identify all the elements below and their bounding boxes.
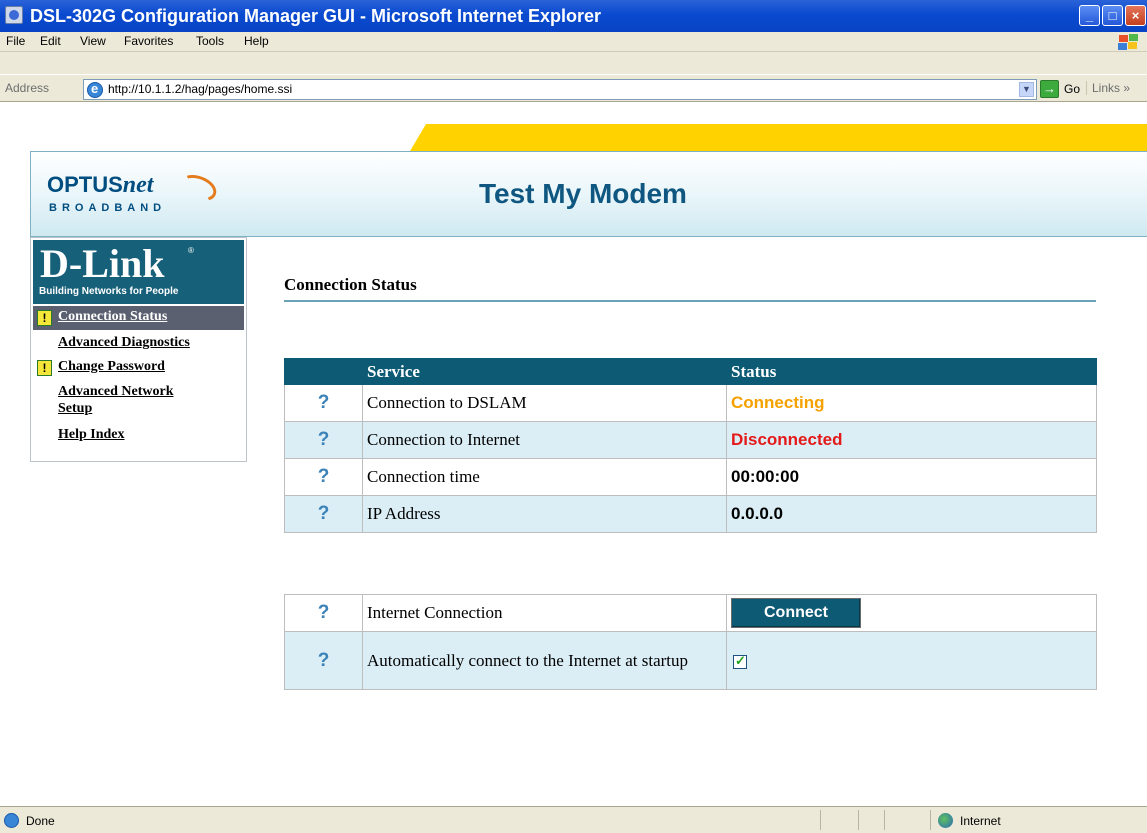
- sidebar-item-label[interactable]: Help Index: [58, 427, 125, 443]
- header-banner: OPTUSnet BROADBAND Test My Modem: [30, 151, 1147, 237]
- service-cell: Connection time: [362, 458, 727, 496]
- internet-connection-label: Internet Connection: [362, 594, 727, 632]
- internet-zone-icon: [938, 813, 953, 828]
- table-row: ? Connection to DSLAM Connecting: [284, 384, 1097, 422]
- sidebar-item-label[interactable]: Change Password: [58, 359, 165, 375]
- menu-help[interactable]: Help: [244, 34, 269, 48]
- status-divider: [858, 810, 859, 830]
- table-row: ? IP Address 0.0.0.0: [284, 495, 1097, 533]
- auto-connect-checkbox[interactable]: [733, 653, 747, 669]
- status-value: 00:00:00: [731, 467, 800, 486]
- table-header-status: Status: [726, 358, 1097, 385]
- service-cell: Connection to DSLAM: [362, 384, 727, 422]
- window-titlebar[interactable]: DSL-302G Configuration Manager GUI - Mic…: [0, 0, 1147, 32]
- menu-favorites[interactable]: Favorites: [124, 34, 173, 48]
- menu-view[interactable]: View: [80, 34, 106, 48]
- status-divider: [820, 810, 821, 830]
- service-cell: IP Address: [362, 495, 727, 533]
- table-row: ? Automatically connect to the Internet …: [284, 631, 1097, 690]
- section-divider: [284, 300, 1096, 302]
- sidebar-item-help-index[interactable]: Help Index: [33, 424, 244, 446]
- logo-swirl-icon: [176, 170, 220, 206]
- menu-tools[interactable]: Tools: [196, 34, 224, 48]
- dlink-brand: D-Link: [40, 241, 165, 286]
- address-input[interactable]: http://10.1.1.2/hag/pages/home.ssi ▼: [83, 79, 1037, 100]
- address-bar: Address http://10.1.1.2/hag/pages/home.s…: [0, 74, 1147, 102]
- help-icon[interactable]: ?: [317, 650, 331, 671]
- auto-connect-label: Automatically connect to the Internet at…: [362, 631, 727, 690]
- windows-flag-icon: [1117, 33, 1139, 51]
- table-header-service: Service: [362, 358, 727, 385]
- page-icon: [87, 81, 103, 98]
- status-value: Connecting: [731, 393, 825, 412]
- sidebar-item-label[interactable]: Advanced Network Setup: [58, 383, 208, 417]
- go-button[interactable]: → Go: [1040, 79, 1092, 100]
- page-content: OPTUSnet BROADBAND Test My Modem D-Link …: [0, 103, 1147, 806]
- optus-logo: OPTUSnet BROADBAND: [47, 170, 227, 224]
- help-icon[interactable]: ?: [317, 393, 331, 413]
- service-cell: Connection to Internet: [362, 421, 727, 459]
- menu-file[interactable]: File: [6, 34, 25, 48]
- logo-subtitle: BROADBAND: [49, 202, 167, 214]
- dlink-logo: D-Link ® Building Networks for People: [33, 240, 244, 304]
- dlink-registered-mark: ®: [188, 246, 194, 255]
- section-title: Connection Status: [284, 275, 417, 294]
- ie-window-icon: [5, 6, 23, 24]
- page-title: Test My Modem: [479, 178, 687, 209]
- status-text: Done: [26, 814, 55, 828]
- status-divider: [930, 810, 931, 830]
- links-button[interactable]: Links »: [1086, 81, 1130, 95]
- toolbar-strip: [0, 52, 1147, 74]
- page-done-icon: [4, 813, 19, 828]
- sidebar: D-Link ® Building Networks for People ! …: [30, 237, 247, 462]
- table-header-row: Service Status: [284, 358, 1097, 385]
- help-icon[interactable]: ?: [317, 430, 331, 450]
- table-row: ? Internet Connection Connect: [284, 594, 1097, 632]
- go-label: Go: [1064, 82, 1081, 96]
- address-label: Address: [5, 81, 50, 95]
- status-value: Disconnected: [731, 430, 843, 449]
- sidebar-item-advanced-diagnostics[interactable]: Advanced Diagnostics: [33, 332, 244, 354]
- sidebar-item-label[interactable]: Connection Status: [58, 309, 167, 325]
- window-title: DSL-302G Configuration Manager GUI - Mic…: [30, 6, 602, 26]
- help-icon[interactable]: ?: [317, 603, 331, 623]
- links-label: Links: [1092, 81, 1121, 95]
- status-value: 0.0.0.0: [731, 504, 783, 523]
- sidebar-item-advanced-network-setup[interactable]: Advanced Network Setup: [33, 382, 244, 422]
- table-header-blank: [284, 358, 363, 385]
- address-dropdown-icon[interactable]: ▼: [1019, 82, 1034, 97]
- warning-icon: !: [37, 360, 52, 376]
- status-bar: Done Internet: [0, 806, 1147, 833]
- close-button[interactable]: ×: [1125, 5, 1146, 26]
- connection-table: ? Internet Connection Connect ? Automati…: [284, 594, 1097, 690]
- maximize-button[interactable]: □: [1102, 5, 1123, 26]
- logo-word-net: net: [122, 172, 154, 198]
- help-icon[interactable]: ?: [317, 504, 331, 524]
- minimize-button[interactable]: _: [1079, 5, 1100, 26]
- table-row: ? Connection time 00:00:00: [284, 458, 1097, 496]
- security-zone-label: Internet: [960, 814, 1001, 828]
- menu-edit[interactable]: Edit: [40, 34, 61, 48]
- sidebar-item-connection-status[interactable]: ! Connection Status: [33, 306, 244, 330]
- status-divider: [884, 810, 885, 830]
- address-url[interactable]: http://10.1.1.2/hag/pages/home.ssi: [108, 82, 292, 96]
- sidebar-item-change-password[interactable]: ! Change Password: [33, 356, 244, 380]
- warning-icon: !: [37, 310, 52, 326]
- dlink-tagline: Building Networks for People: [39, 286, 179, 297]
- status-table: Service Status ? Connection to DSLAM Con…: [284, 358, 1097, 533]
- logo-word-optus: OPTUS: [47, 172, 123, 197]
- go-arrow-icon: →: [1040, 80, 1059, 98]
- help-icon[interactable]: ?: [317, 467, 331, 487]
- sidebar-item-label[interactable]: Advanced Diagnostics: [58, 335, 190, 351]
- table-row: ? Connection to Internet Disconnected: [284, 421, 1097, 459]
- connect-button[interactable]: Connect: [731, 598, 861, 628]
- menu-bar: File Edit View Favorites Tools Help: [0, 32, 1147, 52]
